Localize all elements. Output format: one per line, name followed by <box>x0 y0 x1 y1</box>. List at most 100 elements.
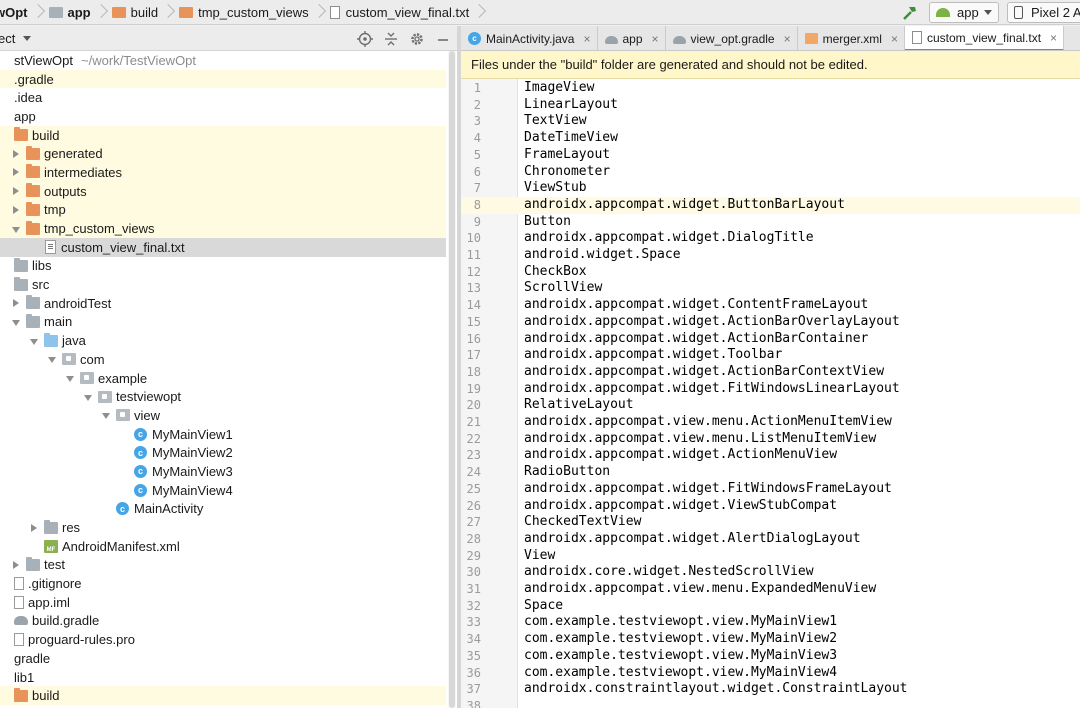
code-line[interactable]: 28 androidx.appcompat.widget.AlertDialogL… <box>461 531 1080 548</box>
expand-arrow-right-icon[interactable] <box>30 519 39 537</box>
tree-node[interactable]: app.iml <box>0 593 446 612</box>
code-line[interactable]: 15 androidx.appcompat.widget.ActionBarOve… <box>461 314 1080 331</box>
code-line[interactable]: 34 com.example.testviewopt.view.MyMainVie… <box>461 631 1080 648</box>
expand-arrow-down-icon[interactable] <box>102 406 111 424</box>
tree-node[interactable]: view <box>0 406 446 425</box>
code-line[interactable]: 25 androidx.appcompat.widget.FitWindowsFr… <box>461 481 1080 498</box>
close-tab-icon[interactable]: × <box>784 32 791 46</box>
editor-tab[interactable]: custom_view_final.txt × <box>904 26 1065 50</box>
device-selector[interactable]: Pixel 2 API <box>1007 2 1080 23</box>
code-line[interactable]: 8 androidx.appcompat.widget.ButtonBarLayo… <box>461 196 1080 214</box>
code-line[interactable]: 18 androidx.appcompat.widget.ActionBarCon… <box>461 364 1080 381</box>
code-line[interactable]: 14 androidx.appcompat.widget.ContentFrame… <box>461 297 1080 314</box>
breadcrumb-item[interactable]: wOpt <box>0 0 49 25</box>
code-line[interactable]: 33 com.example.testviewopt.view.MyMainVie… <box>461 614 1080 631</box>
expand-arrow-down-icon[interactable] <box>84 388 93 406</box>
expand-arrow-down-icon[interactable] <box>66 369 75 387</box>
tree-node[interactable]: com <box>0 350 446 369</box>
expand-arrow-down-icon[interactable] <box>12 313 21 331</box>
expand-arrow-right-icon[interactable] <box>12 182 21 200</box>
tree-node[interactable]: c MyMainView3 <box>0 462 446 481</box>
close-tab-icon[interactable]: × <box>1050 31 1057 45</box>
code-line[interactable]: 36 com.example.testviewopt.view.MyMainVie… <box>461 665 1080 682</box>
close-tab-icon[interactable]: × <box>652 32 659 46</box>
code-line[interactable]: 30 androidx.core.widget.NestedScrollView <box>461 564 1080 581</box>
code-line[interactable]: 7 ViewStub <box>461 180 1080 197</box>
code-line[interactable]: 3 TextView <box>461 113 1080 130</box>
expand-arrow-down-icon[interactable] <box>30 332 39 350</box>
code-line[interactable]: 13 ScrollView <box>461 280 1080 297</box>
code-line[interactable]: 37 androidx.constraintlayout.widget.Const… <box>461 681 1080 698</box>
code-line[interactable]: 9 Button <box>461 214 1080 231</box>
tree-node[interactable]: intermediates <box>0 163 446 182</box>
code-line[interactable]: 5 FrameLayout <box>461 147 1080 164</box>
expand-arrow-right-icon[interactable] <box>12 145 21 163</box>
run-configuration-dropdown[interactable]: app <box>929 2 999 23</box>
settings-gear-icon[interactable] <box>409 31 425 47</box>
tree-node[interactable]: c MyMainView2 <box>0 443 446 462</box>
tree-node[interactable]: androidTest <box>0 294 446 313</box>
breadcrumb-item[interactable]: tmp_custom_views <box>179 0 330 25</box>
expand-arrow-right-icon[interactable] <box>12 163 21 181</box>
tree-node[interactable]: app <box>0 107 446 126</box>
tree-node[interactable]: build <box>0 686 446 706</box>
tree-node[interactable]: generated <box>0 144 446 164</box>
code-line[interactable]: 12 CheckBox <box>461 264 1080 281</box>
tree-node[interactable]: testviewopt <box>0 387 446 406</box>
chevron-down-icon[interactable] <box>23 35 32 41</box>
tree-node[interactable]: stViewOpt ~/work/TestViewOpt <box>0 51 446 70</box>
tree-node[interactable]: tmp_custom_views <box>0 219 446 238</box>
code-line[interactable]: 21 androidx.appcompat.view.menu.ActionMen… <box>461 414 1080 431</box>
editor-tab[interactable]: c MainActivity.java × <box>461 26 598 50</box>
tree-node[interactable]: tmp <box>0 200 446 220</box>
code-line[interactable]: 27 CheckedTextView <box>461 514 1080 531</box>
tree-node[interactable]: .gitignore <box>0 574 446 593</box>
code-line[interactable]: 4 DateTimeView <box>461 130 1080 147</box>
tree-node[interactable]: c MyMainView4 <box>0 481 446 500</box>
code-line[interactable]: 16 androidx.appcompat.widget.ActionBarCon… <box>461 331 1080 348</box>
close-tab-icon[interactable]: × <box>891 32 898 46</box>
code-line[interactable]: 17 androidx.appcompat.widget.Toolbar <box>461 347 1080 364</box>
tree-node[interactable]: build <box>0 125 446 145</box>
code-line[interactable]: 26 androidx.appcompat.widget.ViewStubComp… <box>461 498 1080 515</box>
code-line[interactable]: 38 <box>461 698 1080 708</box>
code-line[interactable]: 22 androidx.appcompat.view.menu.ListMenuI… <box>461 431 1080 448</box>
code-line[interactable]: 35 com.example.testviewopt.view.MyMainVie… <box>461 648 1080 665</box>
hide-panel-icon[interactable] <box>435 31 451 47</box>
expand-arrow-right-icon[interactable] <box>12 201 21 219</box>
expand-arrow-down-icon[interactable] <box>48 350 57 368</box>
tree-node[interactable]: java <box>0 331 446 350</box>
code-line[interactable]: 32 Space <box>461 598 1080 615</box>
code-line[interactable]: 20 RelativeLayout <box>461 397 1080 414</box>
tree-node[interactable]: build.gradle <box>0 612 446 631</box>
breadcrumb-item[interactable]: custom_view_final.txt <box>329 0 491 25</box>
code-line[interactable]: 10 androidx.appcompat.widget.DialogTitle <box>461 230 1080 247</box>
code-line[interactable]: 29 View <box>461 548 1080 565</box>
breadcrumb-item[interactable]: app <box>48 0 112 25</box>
tree-node[interactable]: .idea <box>0 88 446 107</box>
collapse-all-icon[interactable] <box>383 31 399 47</box>
editor-tab[interactable]: view_opt.gradle × <box>666 26 798 50</box>
code-editor[interactable]: 1 ImageView 2 LinearLayout 3 TextView 4 DateTim… <box>461 79 1080 708</box>
tree-node[interactable]: c MainActivity <box>0 500 446 519</box>
tree-node[interactable]: c MyMainView1 <box>0 425 446 444</box>
tree-node[interactable]: example <box>0 369 446 388</box>
tree-node[interactable]: lib1 <box>0 668 446 687</box>
tree-node[interactable]: .gradle <box>0 69 446 89</box>
build-hammer-icon[interactable] <box>901 4 919 22</box>
tree-node[interactable]: proguard-rules.pro <box>0 630 446 649</box>
tree-node[interactable]: main <box>0 313 446 332</box>
editor-tab[interactable]: merger.xml × <box>798 26 905 50</box>
locate-icon[interactable] <box>357 30 373 47</box>
breadcrumb-item[interactable]: build <box>111 0 179 25</box>
tree-node[interactable]: test <box>0 556 446 575</box>
tree-node[interactable]: res <box>0 518 446 537</box>
tree-node[interactable]: libs <box>0 257 446 276</box>
expand-arrow-right-icon[interactable] <box>12 556 21 574</box>
code-line[interactable]: 11 android.widget.Space <box>461 247 1080 264</box>
code-line[interactable]: 31 androidx.appcompat.view.menu.ExpandedM… <box>461 581 1080 598</box>
tree-node[interactable]: custom_view_final.txt <box>0 237 446 257</box>
code-line[interactable]: 19 androidx.appcompat.widget.FitWindowsLi… <box>461 381 1080 398</box>
tree-node[interactable]: outputs <box>0 181 446 201</box>
code-line[interactable]: 2 LinearLayout <box>461 97 1080 114</box>
